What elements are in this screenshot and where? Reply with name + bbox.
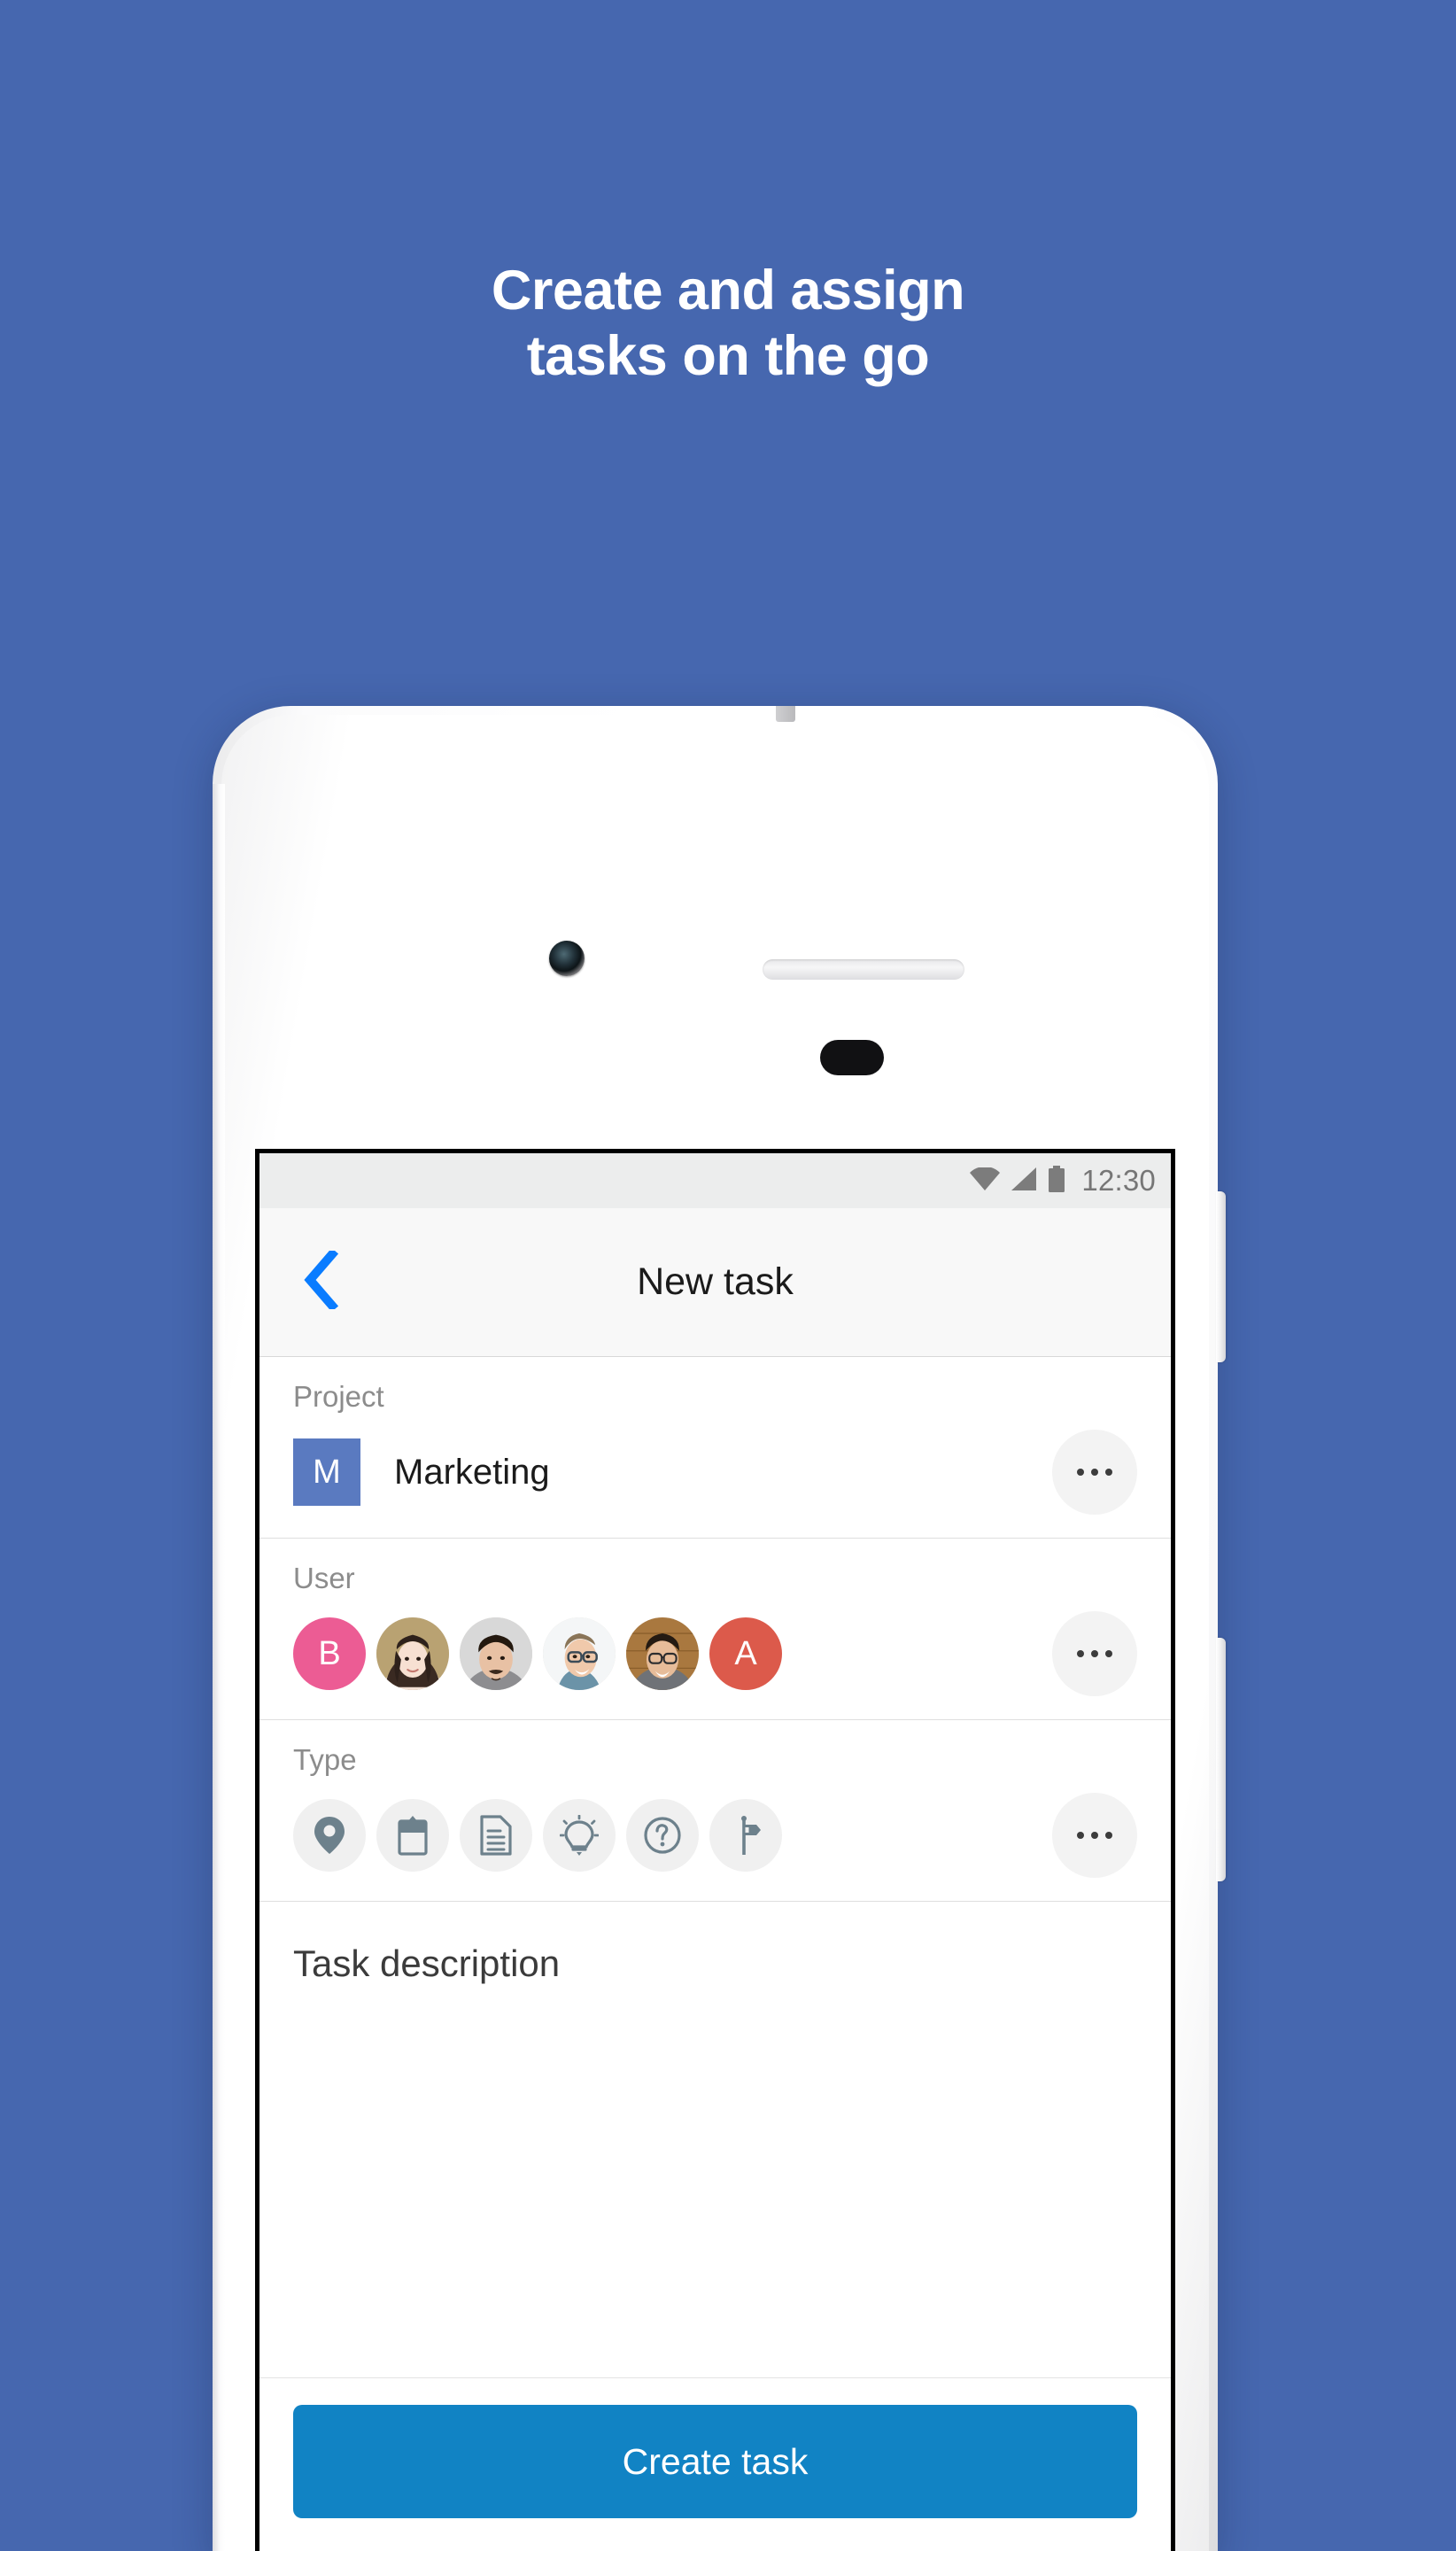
type-icon-list — [293, 1799, 782, 1872]
headline-line-1: Create and assign — [491, 260, 965, 322]
project-avatar-initial: M — [313, 1453, 341, 1491]
dot-icon — [1105, 1832, 1112, 1839]
volume-button[interactable] — [1216, 1638, 1226, 1881]
wifi-icon — [970, 1166, 1001, 1195]
user-avatar-list: B A — [293, 1617, 782, 1690]
avatar-b[interactable]: B — [293, 1617, 366, 1690]
project-avatar: M — [293, 1438, 360, 1506]
signpost-icon — [728, 1814, 763, 1857]
proximity-sensor-icon — [820, 1040, 884, 1075]
lightbulb-icon — [560, 1815, 599, 1856]
app-bar: New task — [259, 1208, 1171, 1357]
type-section: Type — [259, 1720, 1171, 1902]
type-row — [293, 1793, 1137, 1878]
phone-screen: 12:30 New task Project M Marketing User … — [255, 1149, 1175, 2551]
task-description-field[interactable]: Task description — [259, 1902, 1171, 2378]
dot-icon — [1077, 1650, 1084, 1657]
user-more-button[interactable] — [1052, 1611, 1137, 1696]
type-chip-question[interactable] — [626, 1799, 699, 1872]
clipboard-icon — [395, 1815, 430, 1856]
avatar-initial: B — [318, 1634, 341, 1672]
status-bar: 12:30 — [259, 1153, 1171, 1208]
project-name: Marketing — [394, 1452, 550, 1492]
signal-icon — [1011, 1167, 1037, 1195]
avatar-photo-4[interactable] — [626, 1617, 699, 1690]
avatar-photo-3[interactable] — [543, 1617, 616, 1690]
type-more-button[interactable] — [1052, 1793, 1137, 1878]
cta-container: Create task — [259, 2378, 1171, 2551]
create-task-button[interactable]: Create task — [293, 2405, 1137, 2518]
dot-icon — [1091, 1469, 1098, 1476]
type-chip-location[interactable] — [293, 1799, 366, 1872]
type-chip-idea[interactable] — [543, 1799, 616, 1872]
location-pin-icon — [312, 1815, 347, 1856]
back-chevron-icon — [304, 1247, 339, 1314]
dot-icon — [1105, 1469, 1112, 1476]
dot-icon — [1077, 1469, 1084, 1476]
front-camera-icon — [549, 941, 585, 976]
dot-icon — [1091, 1832, 1098, 1839]
headline-line-2: tasks on the go — [526, 324, 930, 387]
avatar-photo-2[interactable] — [460, 1617, 532, 1690]
avatar-a[interactable]: A — [709, 1617, 782, 1690]
app-bar-title: New task — [637, 1260, 794, 1303]
avatar-initial: A — [734, 1634, 757, 1672]
task-description-placeholder: Task description — [293, 1942, 561, 1984]
power-button[interactable] — [1216, 1191, 1226, 1362]
question-mark-icon — [643, 1816, 682, 1855]
project-more-button[interactable] — [1052, 1430, 1137, 1515]
project-label: Project — [293, 1380, 384, 1413]
antenna-band-icon — [776, 706, 795, 722]
speaker-grille-icon — [763, 959, 964, 980]
phone-device: 12:30 New task Project M Marketing User … — [213, 706, 1226, 2551]
dot-icon — [1077, 1832, 1084, 1839]
project-row[interactable]: M Marketing — [293, 1430, 1137, 1515]
dot-icon — [1105, 1650, 1112, 1657]
avatar-photo-1[interactable] — [376, 1617, 449, 1690]
phone-left-edge — [213, 784, 225, 2551]
user-row: B A — [293, 1611, 1137, 1696]
type-label: Type — [293, 1743, 357, 1776]
user-section: User B A — [259, 1539, 1171, 1720]
type-chip-signpost[interactable] — [709, 1799, 782, 1872]
page-title: Create and assign tasks on the go — [0, 259, 1456, 389]
user-label: User — [293, 1562, 355, 1594]
dot-icon — [1091, 1650, 1098, 1657]
back-button[interactable] — [290, 1247, 352, 1317]
project-section: Project M Marketing — [259, 1357, 1171, 1539]
type-chip-clipboard[interactable] — [376, 1799, 449, 1872]
type-chip-document[interactable] — [460, 1799, 532, 1872]
status-bar-time: 12:30 — [1081, 1164, 1156, 1197]
document-icon — [479, 1815, 513, 1856]
battery-icon — [1048, 1165, 1065, 1197]
